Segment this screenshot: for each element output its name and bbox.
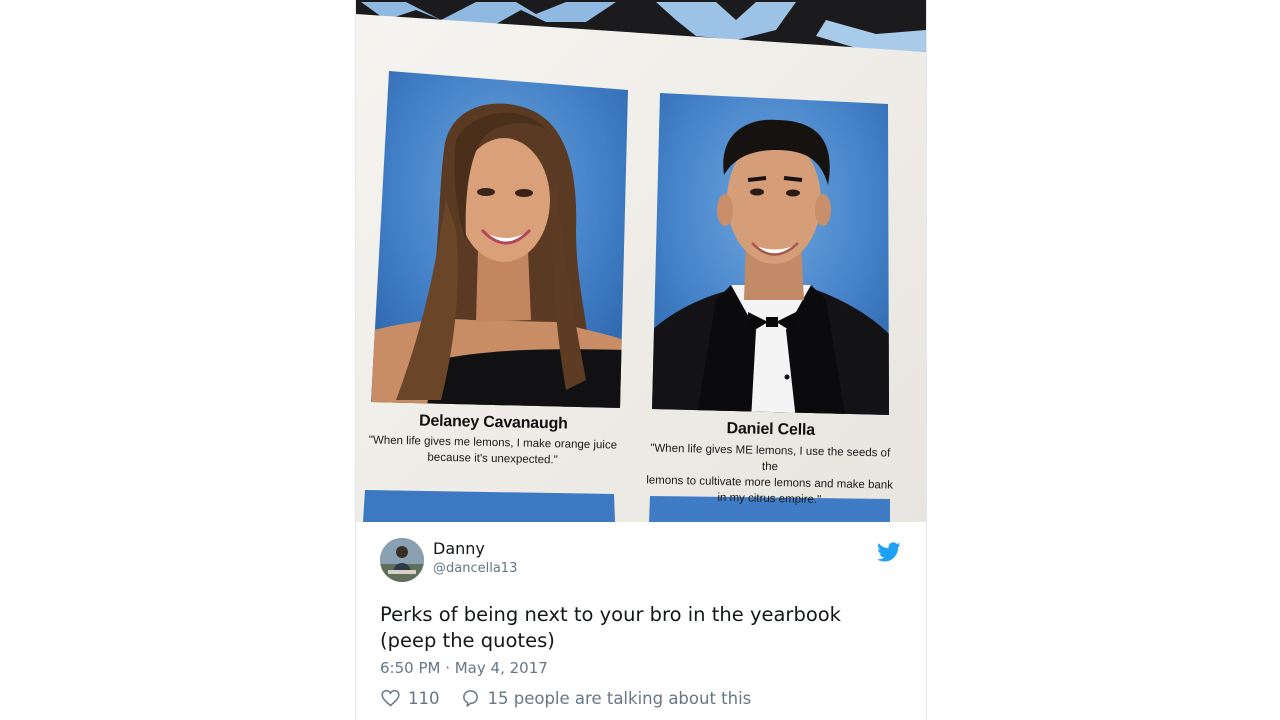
next-portrait-left-top: [363, 490, 615, 522]
conversation-button[interactable]: 15 people are talking about this: [460, 688, 752, 708]
speech-bubble-icon: [462, 690, 478, 707]
tweet-photo[interactable]: Delaney Cavanaugh "When life gives me le…: [356, 0, 926, 522]
heart-icon: [381, 689, 400, 707]
tweet-actions: 110 15 people are talking about this: [380, 687, 751, 709]
twitter-bird-icon[interactable]: [877, 540, 901, 564]
author-handle[interactable]: @dancella13: [433, 561, 517, 576]
left-student-quote: "When life gives me lemons, I make orang…: [367, 432, 618, 469]
left-student-name: Delaney Cavanaugh: [418, 412, 568, 433]
talking-count-text: 15 people are talking about this: [487, 688, 752, 708]
left-student-caption: Delaney Cavanaugh "When life gives me le…: [367, 411, 618, 469]
right-portrait: [652, 93, 889, 415]
right-quote-line-1: "When life gives ME lemons, I use the se…: [650, 442, 891, 474]
tweet-text: Perks of being next to your bro in the y…: [380, 602, 900, 654]
tweet-text-line-2: (peep the quotes): [380, 629, 555, 652]
right-student-quote: "When life gives ME lemons, I use the se…: [640, 440, 899, 509]
tweet-timestamp[interactable]: 6:50 PM · May 4, 2017: [380, 659, 548, 677]
avatar[interactable]: [380, 538, 424, 582]
like-count: 110: [408, 688, 440, 708]
author-name[interactable]: Danny: [433, 539, 485, 558]
right-student-caption: Daniel Cella "When life gives ME lemons,…: [640, 418, 900, 509]
like-button[interactable]: 110: [380, 688, 440, 708]
tweet-text-line-1: Perks of being next to your bro in the y…: [380, 603, 841, 626]
tweet-card: Delaney Cavanaugh "When life gives me le…: [355, 0, 927, 720]
left-portrait: [371, 71, 628, 408]
